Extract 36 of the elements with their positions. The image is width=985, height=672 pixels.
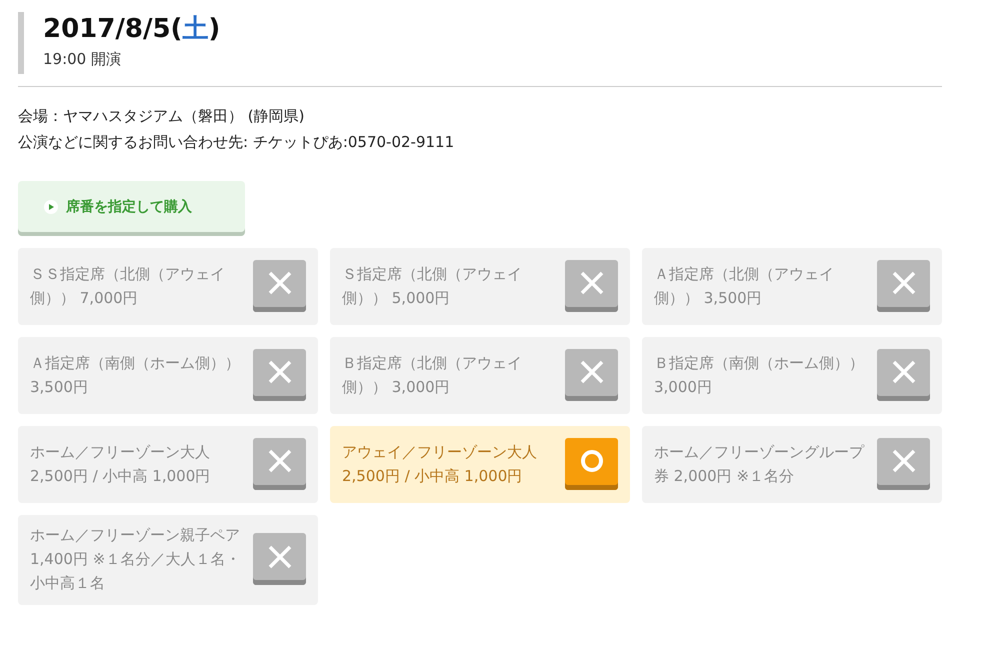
event-date: 2017/8/5(土) (43, 13, 222, 46)
seat-label: アウェイ／フリーゾーン大人 2,500円 / 小中高 1,000円 (342, 442, 538, 486)
seat-card[interactable]: ホーム／フリーゾーン大人 2,500円 / 小中高 1,000円 (18, 426, 318, 503)
purchase-button[interactable]: 席番を指定して購入 (18, 181, 245, 236)
seat-label: Ｓ指定席（北側（アウェイ側）） 5,000円 (342, 264, 523, 308)
seat-card[interactable]: Ａ指定席（南側（ホーム側）） 3,500円 (18, 337, 318, 414)
sold-out-icon (877, 260, 930, 312)
seat-card[interactable]: Ｓ指定席（北側（アウェイ側）） 5,000円 (330, 248, 630, 325)
seat-card[interactable]: アウェイ／フリーゾーン大人 2,500円 / 小中高 1,000円 (330, 426, 630, 503)
seat-card[interactable]: ホーム／フリーゾーン親子ペア 1,400円 ※１名分／大人１名・小中高１名 (18, 515, 318, 605)
sold-out-icon (253, 260, 306, 312)
sold-out-icon (877, 438, 930, 490)
seat-label: ホーム／フリーゾーン大人 2,500円 / 小中高 1,000円 (30, 442, 212, 486)
seat-label: ＳＳ指定席（北側（アウェイ側）） 7,000円 (30, 264, 226, 308)
available-icon (565, 438, 618, 490)
sold-out-icon (565, 260, 618, 312)
seat-label: Ｂ指定席（南側（ホーム側）） 3,000円 (654, 352, 865, 398)
seat-label: Ｂ指定席（北側（アウェイ側）） 3,000円 (342, 352, 523, 398)
sold-out-icon (877, 348, 930, 400)
sold-out-icon (565, 348, 618, 400)
event-info: 会場：ヤマハスタジアム（磐田） (静岡県) (18, 106, 306, 127)
seat-card[interactable]: ホーム／フリーゾーングループ券 2,000円 ※１名分 (642, 426, 942, 503)
seat-label: ホーム／フリーゾーングループ券 2,000円 ※１名分 (654, 442, 866, 486)
sold-out-icon (253, 348, 306, 400)
play-icon (44, 200, 58, 214)
start-time: 19:00 開演 (43, 49, 122, 70)
seat-card[interactable]: Ａ指定席（北側（アウェイ側）） 3,500円 (642, 248, 942, 325)
sold-out-icon (253, 438, 306, 490)
seat-card[interactable]: Ｂ指定席（南側（ホーム側）） 3,000円 (642, 337, 942, 414)
seat-card[interactable]: Ｂ指定席（北側（アウェイ側）） 3,000円 (330, 337, 630, 414)
seat-label: ホーム／フリーゾーン親子ペア 1,400円 ※１名分／大人１名・小中高１名 (30, 525, 242, 594)
seat-card[interactable]: ＳＳ指定席（北側（アウェイ側）） 7,000円 (18, 248, 318, 325)
seat-label: Ａ指定席（北側（アウェイ側）） 3,500円 (654, 264, 835, 308)
seat-label: Ａ指定席（南側（ホーム側）） 3,500円 (30, 352, 241, 398)
event-info: 公演などに関するお問い合わせ先: チケットぴあ:0570-02-9111 (18, 132, 456, 153)
sold-out-icon (253, 533, 306, 585)
